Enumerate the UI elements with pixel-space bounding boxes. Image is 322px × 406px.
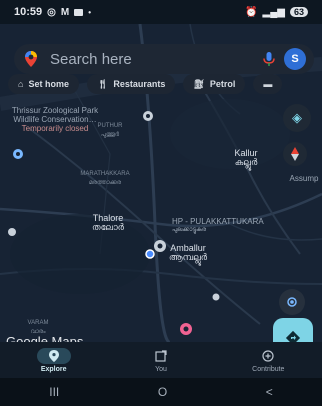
label-hp-en: HP - PULAKKATTUKARA xyxy=(172,217,264,226)
search-bar[interactable]: Search here S xyxy=(14,44,314,74)
label-assumption[interactable]: Assump xyxy=(284,174,322,183)
directions-icon xyxy=(285,330,301,342)
tab-explore[interactable]: Explore xyxy=(9,347,99,373)
home-button[interactable]: O xyxy=(158,385,167,399)
tab-you-label: You xyxy=(155,365,167,373)
label-kallur[interactable]: Kallur കല്ലൂർ xyxy=(226,149,266,167)
category-chips: ⌂ Set home 🍴︎ Restaurants ⛽︎ Petrol ▬ xyxy=(0,74,322,98)
label-varam-en: VARAM xyxy=(27,320,49,326)
label-marathakkara[interactable]: MARATHAKKARA മരത്താക്കര xyxy=(70,170,140,188)
fuel-icon: ⛽︎ xyxy=(193,78,205,89)
poi-pin-icon-2 xyxy=(8,228,16,236)
status-left: 10:59 ◎ M • xyxy=(14,6,91,18)
restaurant-icon: 🍴︎ xyxy=(96,78,109,89)
chip-restaurants[interactable]: 🍴︎ Restaurants xyxy=(86,74,176,94)
more-icon: ▬ xyxy=(263,79,273,89)
system-navigation-bar: III O < xyxy=(0,378,322,406)
contribute-icon xyxy=(251,348,285,364)
crosshair-icon xyxy=(287,297,297,307)
tab-you[interactable]: You xyxy=(116,348,206,373)
label-puthur-ml: പുത്തൂർ xyxy=(100,132,120,138)
label-hp-ml: പുലക്കാട്ടുകര xyxy=(172,227,206,233)
directions-button[interactable] xyxy=(273,318,313,342)
map-view[interactable]: Search here S ⌂ Set home 🍴︎ Restaurants … xyxy=(0,24,322,342)
poi-pin-icon-3 xyxy=(212,293,220,301)
chip-label: Restaurants xyxy=(113,79,166,89)
alarm-icon: ⏰ xyxy=(245,6,258,18)
label-zoo-line1: Thrissur Zoological Park xyxy=(11,106,99,115)
status-right: ⏰ ▂▄▆ 63 xyxy=(245,7,308,18)
whatsapp-icon: ◎ xyxy=(47,6,56,18)
label-kallur-ml: കല്ലൂർ xyxy=(234,157,258,167)
home-icon: ⌂ xyxy=(18,79,24,89)
message-icon xyxy=(74,8,84,16)
dot-icon: • xyxy=(88,7,92,17)
label-thalore[interactable]: Thalore തലോർ xyxy=(86,214,130,232)
status-time: 10:59 xyxy=(14,6,43,18)
recents-button[interactable]: III xyxy=(49,385,59,399)
search-input[interactable]: Search here xyxy=(50,51,260,68)
status-bar: 10:59 ◎ M • ⏰ ▂▄▆ 63 xyxy=(0,0,322,24)
label-thalore-ml: തലോർ xyxy=(92,222,124,232)
label-marathakkara-en: MARATHAKKARA xyxy=(80,171,130,177)
label-amballur-ml: ആമ്പല്ലൂർ xyxy=(168,252,208,262)
saved-icon xyxy=(144,348,178,364)
google-maps-watermark: Google Maps xyxy=(6,334,84,342)
my-location-dot xyxy=(145,249,155,259)
label-marathakkara-ml: മരത്താക്കര xyxy=(88,180,122,186)
layers-button[interactable]: ◈ xyxy=(283,104,311,132)
chip-more[interactable]: ▬ xyxy=(253,74,283,94)
label-hp-pulakkattukara[interactable]: HP - PULAKKATTUKARA പുലക്കാട്ടുകര xyxy=(172,217,290,235)
tab-contribute-label: Contribute xyxy=(252,365,285,373)
compass-icon xyxy=(291,147,299,161)
compass-button[interactable] xyxy=(283,142,307,166)
label-puthur[interactable]: PUTHUR പുത്തൂർ xyxy=(90,122,130,140)
label-amballur[interactable]: Amballur ആമ്പല്ലൂർ xyxy=(164,244,212,262)
explore-pin-icon xyxy=(36,347,71,364)
profile-avatar[interactable]: S xyxy=(284,48,306,70)
tab-explore-label: Explore xyxy=(40,365,67,373)
back-button[interactable]: < xyxy=(266,385,273,399)
label-puthur-en: PUTHUR xyxy=(97,123,123,129)
maps-logo-icon xyxy=(25,51,37,67)
chip-label: Petrol xyxy=(209,79,236,89)
gmail-icon: M xyxy=(60,6,70,18)
layers-icon: ◈ xyxy=(292,110,302,125)
bottom-navigation: Explore You Contribute xyxy=(0,342,322,378)
tab-contribute[interactable]: Contribute xyxy=(223,348,313,373)
chip-set-home[interactable]: ⌂ Set home xyxy=(8,74,79,94)
microphone-icon[interactable] xyxy=(260,50,278,68)
my-location-button[interactable] xyxy=(279,289,305,315)
chip-label: Set home xyxy=(28,79,69,89)
chip-petrol[interactable]: ⛽︎ Petrol xyxy=(183,74,246,94)
signal-icon: ▂▄▆ xyxy=(262,6,285,18)
battery-icon: 63 xyxy=(289,7,308,17)
